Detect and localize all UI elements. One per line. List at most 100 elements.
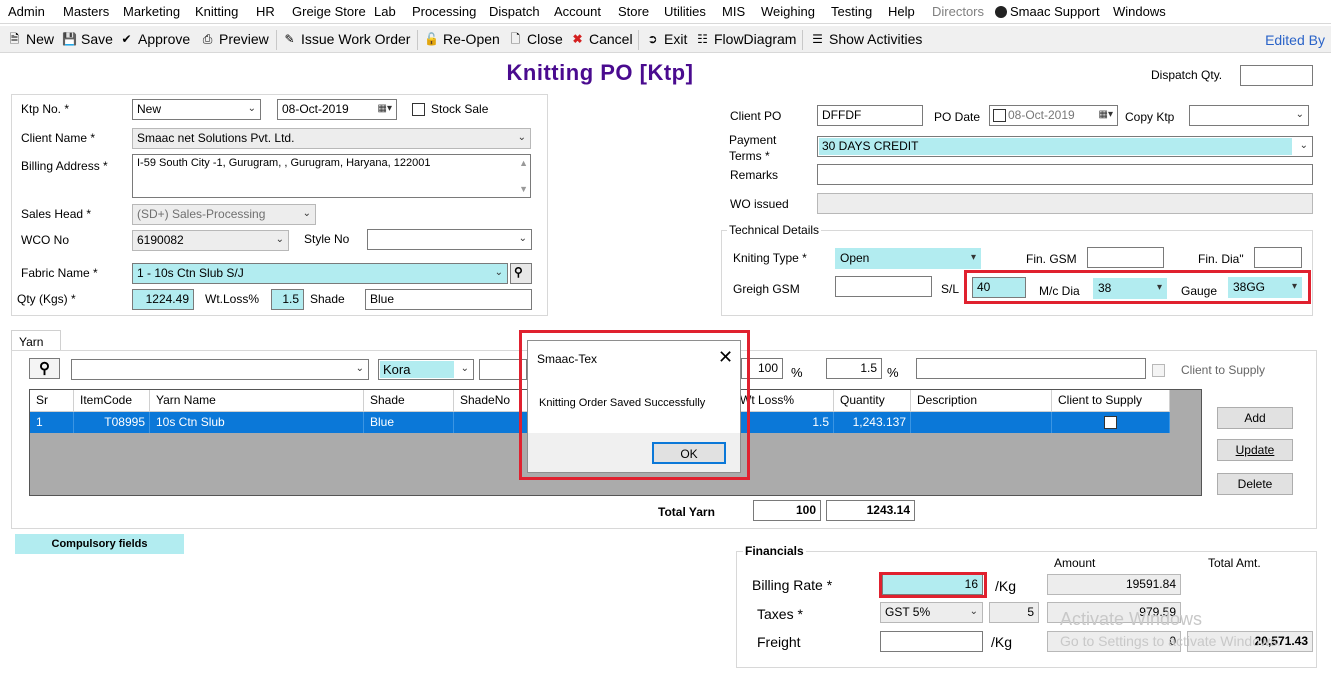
sales-head-label: Sales Head *: [21, 207, 92, 221]
yarn-shade-no-input[interactable]: [479, 359, 527, 380]
row-shade[interactable]: Blue: [364, 412, 454, 433]
menu-greige-store[interactable]: Greige Store: [292, 4, 366, 19]
tax-percent: 5: [989, 602, 1039, 623]
menu-account[interactable]: Account: [554, 4, 601, 19]
yarn-ratio-input[interactable]: 100: [741, 358, 783, 379]
payment-terms-select[interactable]: 30 DAYS CREDIT ⌄: [817, 136, 1313, 157]
menu-hr[interactable]: HR: [256, 4, 275, 19]
row-itemcode[interactable]: T08995: [74, 412, 150, 433]
menu-processing[interactable]: Processing: [412, 4, 476, 19]
dialog-ok-button[interactable]: OK: [652, 442, 726, 464]
billing-rate-input[interactable]: 16: [882, 574, 983, 595]
row-quantity[interactable]: 1,243.137: [834, 412, 911, 433]
remarks-input[interactable]: [817, 164, 1313, 185]
menu-knitting[interactable]: Knitting: [195, 4, 238, 19]
cancel-button[interactable]: ✖ Cancel: [570, 31, 632, 47]
wt-loss-input[interactable]: 1.5: [271, 289, 304, 310]
ktp-no-select[interactable]: New ⌄: [132, 99, 261, 120]
exit-button[interactable]: ➲ Exit: [645, 31, 687, 47]
col-header-itemcode[interactable]: ItemCode: [74, 390, 150, 412]
new-button[interactable]: 🗎 New: [7, 31, 54, 47]
ktp-date-picker[interactable]: 08-Oct-2019 ▦▾: [277, 99, 397, 120]
menu-weighing[interactable]: Weighing: [761, 4, 815, 19]
yarn-wt-loss-input[interactable]: 1.5: [826, 358, 882, 379]
toolbar-separator: [417, 30, 418, 50]
row-yarn-name[interactable]: 10s Ctn Slub: [150, 412, 364, 433]
row-client-supply-checkbox[interactable]: [1104, 416, 1117, 429]
row-wt-loss[interactable]: 1.5: [734, 412, 834, 433]
row-client-supply-cell[interactable]: [1052, 412, 1170, 433]
menu-store[interactable]: Store: [618, 4, 649, 19]
row-sr[interactable]: 1: [30, 412, 74, 433]
knitting-type-select[interactable]: Open ▾: [835, 248, 981, 269]
col-header-description[interactable]: Description: [911, 390, 1052, 412]
fin-dia-input[interactable]: [1254, 247, 1302, 268]
red-x-icon: ✖: [572, 31, 583, 46]
col-header-wt-loss[interactable]: Wt Loss%: [734, 390, 834, 412]
approve-button[interactable]: ✔ Approve: [119, 31, 190, 47]
save-button[interactable]: 💾 Save: [62, 31, 113, 47]
preview-button[interactable]: ⎙ Preview: [200, 31, 269, 47]
client-po-input[interactable]: DFFDF: [817, 105, 923, 126]
menu-help[interactable]: Help: [888, 4, 915, 19]
sales-head-select[interactable]: (SD+) Sales-Processing ⌄: [132, 204, 316, 225]
billing-rate-label: Billing Rate *: [752, 577, 833, 593]
fin-gsm-label: Fin. GSM: [1026, 252, 1077, 266]
menu-testing[interactable]: Testing: [831, 4, 872, 19]
fabric-search-button[interactable]: ⚲: [510, 263, 532, 284]
taxes-select[interactable]: GST 5% ⌄: [880, 602, 983, 623]
show-activities-button[interactable]: ☰ Show Activities: [810, 31, 922, 47]
fabric-name-select[interactable]: 1 - 10s Ctn Slub S/J ⌄: [132, 263, 508, 284]
qty-input[interactable]: 1224.49: [132, 289, 194, 310]
mc-dia-select[interactable]: 38 ▾: [1093, 278, 1167, 299]
yarn-kora-select[interactable]: Kora ⌄: [378, 359, 474, 380]
wco-no-select[interactable]: 6190082 ⌄: [132, 230, 289, 251]
dispatch-qty-input[interactable]: [1240, 65, 1313, 86]
textarea-scrollbar[interactable]: ▲ ▼: [519, 157, 528, 196]
freight-input[interactable]: [880, 631, 983, 652]
menu-dispatch[interactable]: Dispatch: [489, 4, 540, 19]
copy-ktp-select[interactable]: ⌄: [1189, 105, 1309, 126]
client-name-select[interactable]: Smaac net Solutions Pvt. Ltd. ⌄: [132, 128, 531, 149]
menu-smaac-support[interactable]: Smaac Support: [995, 4, 1100, 19]
menu-mis[interactable]: MIS: [722, 4, 745, 19]
yarn-delete-button[interactable]: Delete: [1217, 473, 1293, 495]
po-date-picker[interactable]: 08-Oct-2019 ▦▾: [989, 105, 1118, 126]
menu-utilities[interactable]: Utilities: [664, 4, 706, 19]
stock-sale-checkbox[interactable]: [412, 103, 425, 116]
magnifier-icon: ⚲: [39, 360, 50, 377]
col-header-sr[interactable]: Sr: [30, 390, 74, 412]
close-button[interactable]: 🗋 Close: [508, 31, 563, 47]
dialog-close-icon[interactable]: ✕: [718, 347, 733, 368]
greigh-gsm-input[interactable]: [835, 276, 932, 297]
yarn-client-supply-checkbox[interactable]: [1152, 364, 1165, 377]
yarn-search-button[interactable]: ⚲: [29, 358, 60, 379]
col-header-shade[interactable]: Shade: [364, 390, 454, 412]
yarn-description-input[interactable]: [916, 358, 1146, 379]
reopen-button[interactable]: 🔓 Re-Open: [424, 31, 500, 47]
billing-address-textarea[interactable]: I-59 South City -1, Gurugram, , Gurugram…: [132, 154, 531, 198]
menu-directors[interactable]: Directors: [932, 4, 984, 19]
yarn-update-button[interactable]: Update: [1217, 439, 1293, 461]
po-date-checkbox[interactable]: [993, 109, 1006, 122]
menu-marketing[interactable]: Marketing: [123, 4, 180, 19]
fin-gsm-input[interactable]: [1087, 247, 1164, 268]
menu-admin[interactable]: Admin: [8, 4, 45, 19]
col-header-yarn-name[interactable]: Yarn Name: [150, 390, 364, 412]
menu-windows[interactable]: Windows: [1113, 4, 1166, 19]
col-header-quantity[interactable]: Quantity: [834, 390, 911, 412]
yarn-item-select[interactable]: ⌄: [71, 359, 369, 380]
style-no-select[interactable]: ⌄: [367, 229, 532, 250]
shade-input[interactable]: Blue: [365, 289, 532, 310]
menu-lab[interactable]: Lab: [374, 4, 396, 19]
edited-by-link[interactable]: Edited By: [1265, 32, 1325, 48]
sl-input[interactable]: 40: [972, 277, 1026, 298]
menu-masters[interactable]: Masters: [63, 4, 109, 19]
issue-work-order-button[interactable]: ✎ Issue Work Order: [282, 31, 410, 47]
col-header-client-supply[interactable]: Client to Supply: [1052, 390, 1170, 412]
gauge-select[interactable]: 38GG ▾: [1228, 277, 1302, 298]
yarn-add-button[interactable]: Add: [1217, 407, 1293, 429]
row-description[interactable]: [911, 412, 1052, 433]
tab-yarn[interactable]: Yarn: [11, 330, 61, 351]
flow-diagram-button[interactable]: ☷ FlowDiagram: [695, 31, 796, 47]
